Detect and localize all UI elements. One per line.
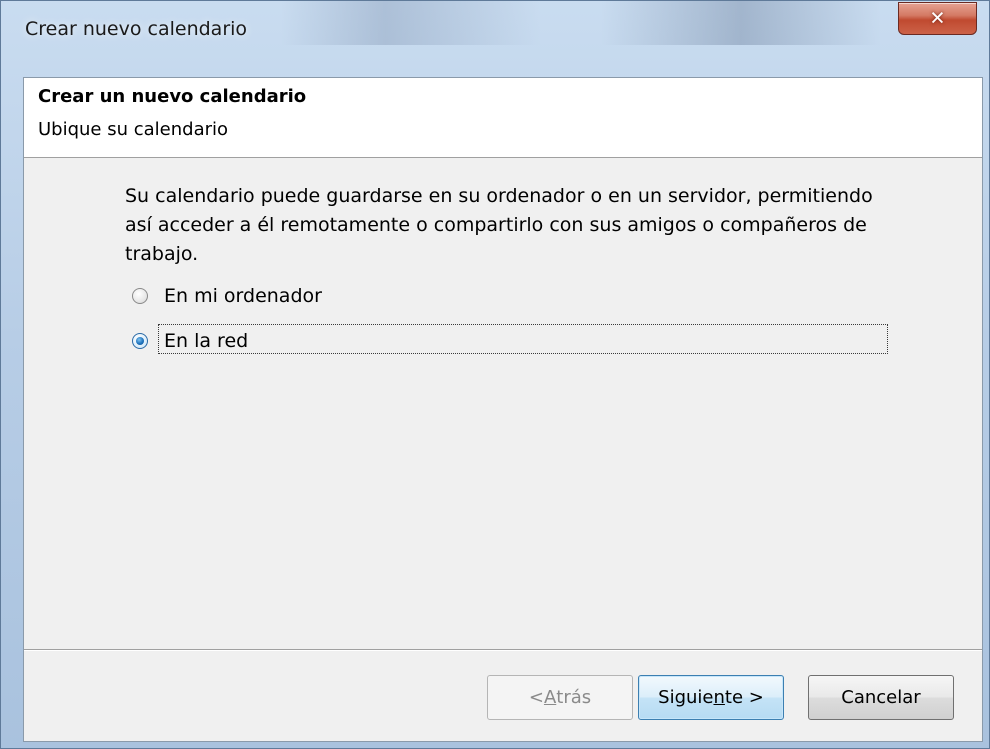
- close-button[interactable]: ✕: [898, 2, 977, 35]
- next-button-prefix: Siguie: [658, 687, 714, 708]
- back-button-rest: trás: [556, 687, 592, 708]
- next-button[interactable]: Siguie n te >: [638, 675, 784, 720]
- description-text: Su calendario puede guardarse en su orde…: [125, 185, 873, 265]
- dialog-client-area: Crear un nuevo calendario Ubique su cale…: [23, 77, 983, 742]
- radio-button-icon[interactable]: [132, 333, 148, 349]
- option-network-label[interactable]: En la red: [162, 330, 250, 352]
- focus-rectangle: [158, 324, 888, 354]
- next-button-mnemonic: n: [713, 687, 725, 708]
- option-local[interactable]: En mi ordenador: [132, 281, 324, 311]
- back-button[interactable]: < Atrás: [487, 675, 633, 720]
- radio-selected-dot: [136, 337, 144, 345]
- window-title: Crear nuevo calendario: [25, 18, 248, 40]
- cancel-button[interactable]: Cancelar: [808, 675, 954, 720]
- back-button-prefix: <: [528, 687, 544, 708]
- option-network[interactable]: En la red: [132, 326, 250, 356]
- footer-separator: [24, 649, 982, 651]
- wizard-header: Crear un nuevo calendario Ubique su cale…: [24, 78, 982, 158]
- wizard-title: Crear un nuevo calendario: [38, 86, 307, 107]
- title-bar[interactable]: Crear nuevo calendario ✕: [1, 1, 989, 43]
- next-button-rest: te >: [724, 687, 764, 708]
- back-button-mnemonic: A: [543, 687, 557, 708]
- dialog-window: Crear nuevo calendario ✕ Crear un nuevo …: [0, 0, 990, 749]
- close-icon: ✕: [929, 7, 946, 30]
- wizard-subtitle: Ubique su calendario: [38, 119, 229, 140]
- option-local-label[interactable]: En mi ordenador: [162, 285, 324, 307]
- radio-button-icon[interactable]: [132, 288, 148, 304]
